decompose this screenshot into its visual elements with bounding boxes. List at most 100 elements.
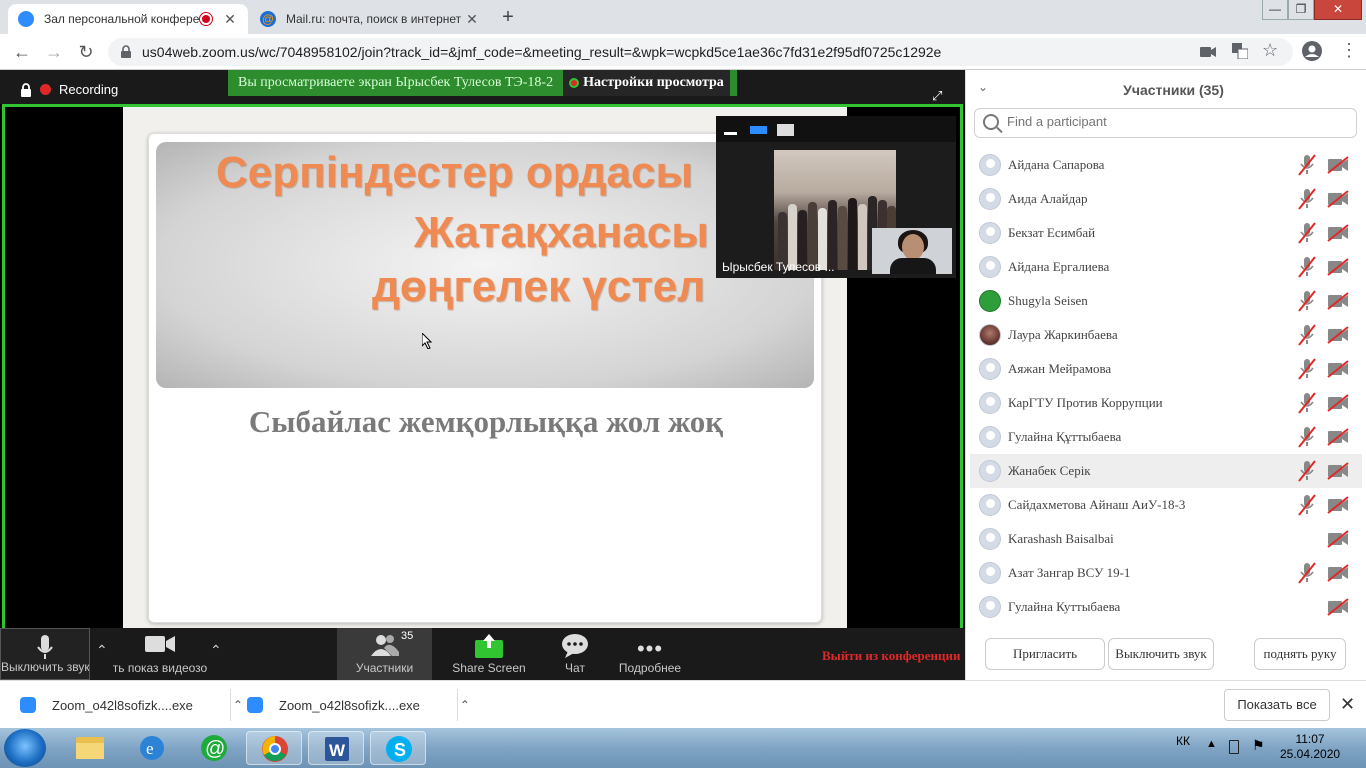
download-item[interactable]: Zoom_o42l8sofizk....exe ⌃ [20, 681, 243, 729]
participants-button[interactable]: 35 Участники [337, 628, 432, 680]
profile-avatar-icon[interactable] [1302, 41, 1322, 61]
participant-row[interactable]: Азат Зангар ВСУ 19-1 [970, 556, 1362, 590]
chat-button[interactable]: Чат [545, 628, 605, 680]
muted-microphone-icon[interactable] [1297, 188, 1317, 210]
tab-zoom-conference[interactable]: Зал персональной конфере ✕ [8, 4, 248, 34]
battery-icon[interactable] [1229, 740, 1239, 754]
video-off-icon[interactable] [1327, 530, 1349, 548]
minimize-video-icon[interactable] [724, 132, 737, 135]
fullscreen-icon[interactable]: ⤢ [932, 88, 942, 104]
video-off-icon[interactable] [1327, 496, 1349, 514]
translate-icon[interactable] [1232, 43, 1248, 59]
action-center-flag-icon[interactable]: ⚑ [1252, 737, 1265, 754]
video-off-icon[interactable] [1327, 190, 1349, 208]
close-tab-icon[interactable]: ✕ [464, 11, 480, 28]
participant-row[interactable]: КарГТУ Против Коррупции [970, 386, 1362, 420]
video-off-icon[interactable] [1327, 428, 1349, 446]
share-screen-button[interactable]: Share Screen [444, 628, 534, 680]
maximize-window-button[interactable]: ❐ [1288, 0, 1314, 20]
participant-row[interactable]: Гулайна Куттыбаева [970, 590, 1362, 620]
muted-microphone-icon[interactable] [1297, 460, 1317, 482]
invite-button[interactable]: Пригласить [985, 638, 1105, 670]
more-button[interactable]: ••• Подробнее [614, 628, 686, 680]
raise-hand-button[interactable]: поднять руку [1254, 638, 1346, 670]
video-off-icon[interactable] [1327, 394, 1349, 412]
slide-title-line-3: дөңгелек үстел [372, 262, 706, 311]
language-indicator[interactable]: КК [1176, 734, 1190, 748]
participant-row[interactable]: Karashash Baisalbai [970, 522, 1362, 556]
participant-row[interactable]: Айдана Сапарова [970, 148, 1362, 182]
video-off-icon[interactable] [1327, 156, 1349, 174]
video-off-icon[interactable] [1327, 258, 1349, 276]
participant-row[interactable]: Жанабек Серік [970, 454, 1362, 488]
participant-row[interactable]: Гулайна Құттыбаева [970, 420, 1362, 454]
show-all-downloads-button[interactable]: Показать все [1224, 689, 1330, 721]
download-options-chevron-icon[interactable]: ⌃ [233, 698, 243, 712]
mute-button[interactable]: Выключить звук [0, 628, 90, 680]
mail-agent-icon[interactable]: @ [186, 731, 242, 765]
speaker-view-icon[interactable] [750, 126, 767, 134]
muted-microphone-icon[interactable] [1297, 562, 1317, 584]
camera-permission-icon[interactable] [1200, 45, 1216, 59]
bookmark-star-icon[interactable]: ☆ [1262, 40, 1278, 61]
mute-all-button[interactable]: Выключить звук [1108, 638, 1214, 670]
muted-microphone-icon[interactable] [1297, 324, 1317, 346]
muted-microphone-icon[interactable] [1297, 154, 1317, 176]
muted-microphone-icon[interactable] [1297, 494, 1317, 516]
video-off-icon[interactable] [1327, 564, 1349, 582]
browser-menu-icon[interactable]: ⋮ [1340, 40, 1358, 61]
video-off-icon[interactable] [1327, 292, 1349, 310]
participant-name: Азат Зангар ВСУ 19-1 [1008, 565, 1131, 580]
clock[interactable]: 11:07 25.04.2020 [1280, 732, 1340, 762]
chat-bubble-icon [562, 634, 588, 658]
participant-row[interactable]: Аида Алайдар [970, 182, 1362, 216]
leave-meeting-button[interactable]: Выйти из конференции [822, 648, 960, 664]
muted-microphone-icon[interactable] [1297, 358, 1317, 380]
download-options-chevron-icon[interactable]: ⌃ [460, 698, 470, 712]
video-thumbnail-window[interactable]: Ырысбек Тулесов ... [716, 116, 956, 278]
close-tab-icon[interactable]: ✕ [222, 11, 238, 28]
internet-explorer-icon[interactable]: e [124, 731, 180, 765]
chrome-icon[interactable] [246, 731, 302, 765]
video-off-icon[interactable] [1327, 462, 1349, 480]
reload-button[interactable]: ↻ [74, 40, 98, 64]
file-explorer-icon[interactable] [62, 731, 118, 765]
close-downloads-icon[interactable]: ✕ [1340, 694, 1355, 715]
muted-microphone-icon[interactable] [1297, 426, 1317, 448]
tab-mail-ru[interactable]: @ Mail.ru: почта, поиск в интернет ✕ [250, 4, 490, 34]
download-item[interactable]: Zoom_o42l8sofizk....exe ⌃ [247, 681, 470, 729]
participant-row[interactable]: Shugyla Seisen [970, 284, 1362, 318]
participant-search[interactable] [974, 108, 1357, 138]
minimize-window-button[interactable]: — [1262, 0, 1288, 20]
new-tab-button[interactable]: + [495, 6, 521, 28]
start-button[interactable] [4, 729, 46, 767]
video-off-icon[interactable] [1327, 224, 1349, 242]
forward-button[interactable]: → [42, 40, 66, 64]
participant-search-input[interactable] [1007, 114, 1347, 129]
word-icon[interactable]: W [308, 731, 364, 765]
view-settings-button[interactable]: Настройки просмотра [563, 70, 730, 96]
skype-icon[interactable]: S [370, 731, 426, 765]
participant-row[interactable]: Бекзат Есимбай [970, 216, 1362, 250]
tray-expand-icon[interactable]: ▲ [1206, 738, 1217, 750]
audio-options-chevron-icon[interactable]: ⌃ [96, 642, 108, 659]
video-off-icon[interactable] [1327, 326, 1349, 344]
gallery-view-icon[interactable] [777, 124, 794, 136]
video-options-chevron-icon[interactable]: ⌃ [210, 642, 222, 659]
recording-label: Recording [59, 82, 119, 97]
stop-video-button[interactable]: ть показ видеозо [112, 628, 208, 680]
muted-microphone-icon[interactable] [1297, 222, 1317, 244]
participant-row[interactable]: Айдана Ергалиева [970, 250, 1362, 284]
muted-microphone-icon[interactable] [1297, 290, 1317, 312]
participant-row[interactable]: Сайдахметова Айнаш АиУ-18-3 [970, 488, 1362, 522]
video-off-icon[interactable] [1327, 360, 1349, 378]
muted-microphone-icon[interactable] [1297, 392, 1317, 414]
participant-row[interactable]: Лаура Жаркинбаева [970, 318, 1362, 352]
participant-row[interactable]: Аяжан Мейрамова [970, 352, 1362, 386]
video-off-icon[interactable] [1327, 598, 1349, 616]
back-button[interactable]: ← [10, 40, 34, 64]
close-window-button[interactable]: ✕ [1314, 0, 1362, 20]
omnibox[interactable]: us04web.zoom.us/wc/7048958102/join?track… [108, 38, 1293, 66]
participant-avatar [979, 494, 1001, 516]
muted-microphone-icon[interactable] [1297, 256, 1317, 278]
